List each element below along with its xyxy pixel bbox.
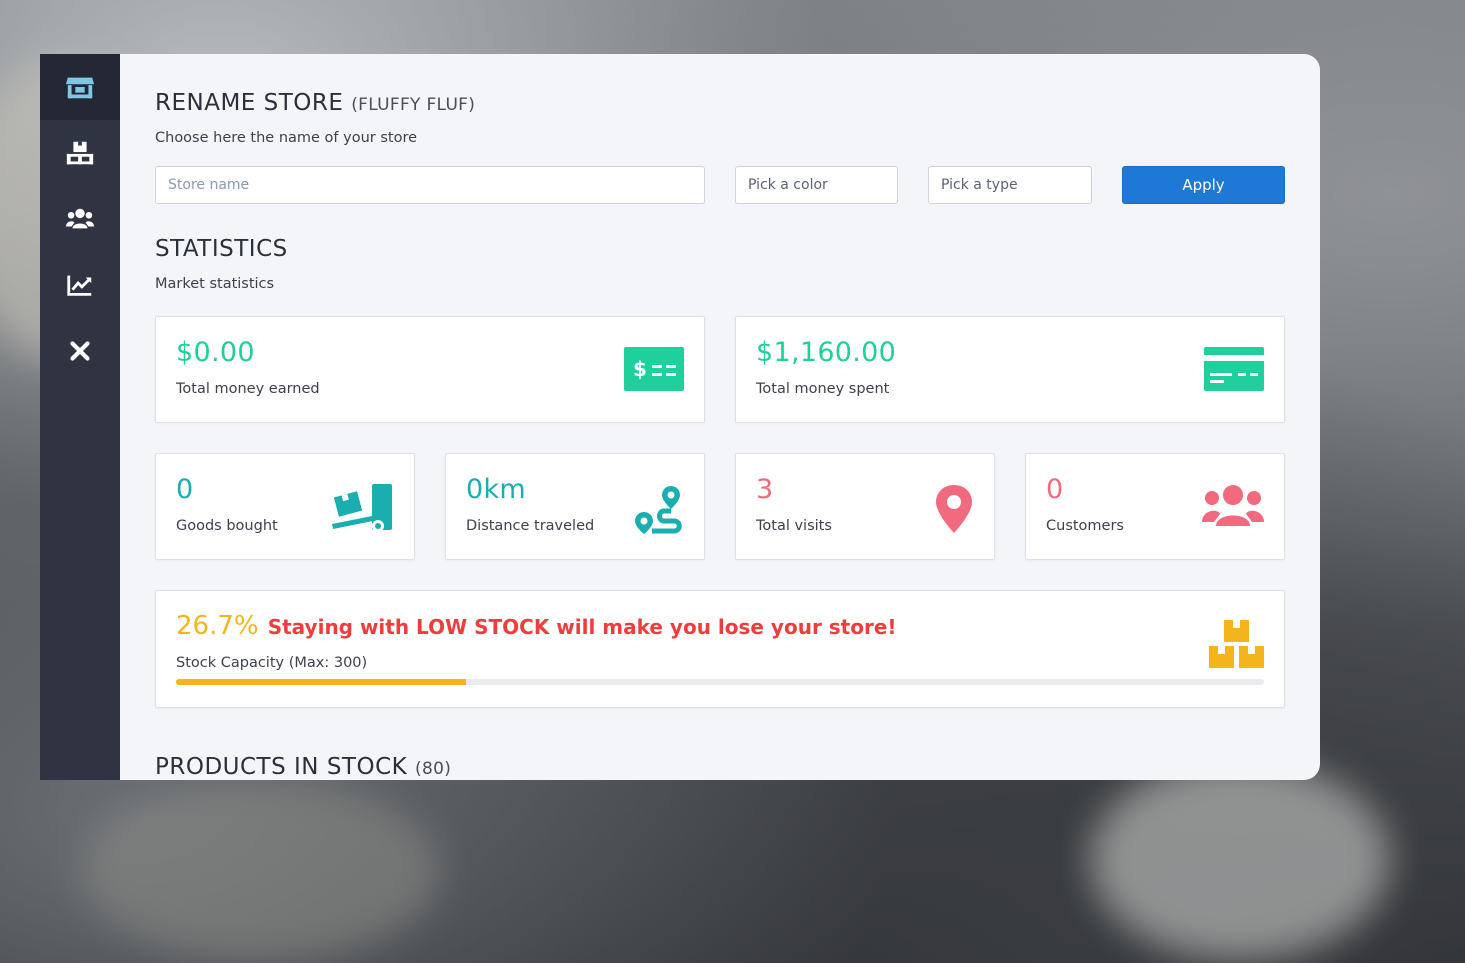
stock-capacity-card: 26.7% Staying with LOW STOCK will make y… <box>155 590 1285 708</box>
statistics-title: STATISTICS <box>155 236 288 262</box>
statistics-description: Market statistics <box>155 276 275 292</box>
main-content: RENAME STORE (FLUFFY FLUF) Choose here t… <box>120 54 1320 780</box>
svg-text:$: $ <box>633 357 647 381</box>
color-picker-placeholder: Pick a color <box>748 177 828 193</box>
products-count: (80) <box>415 759 452 779</box>
store-name-input[interactable] <box>155 166 705 204</box>
low-stock-warning: Staying with LOW STOCK will make you los… <box>267 615 897 639</box>
sidebar-item-close[interactable] <box>40 318 120 384</box>
money-spent-card: $1,160.00 Total money spent <box>735 316 1285 423</box>
users-icon <box>1202 485 1264 526</box>
customers-value: 0 <box>1046 474 1064 505</box>
chart-icon <box>67 275 92 296</box>
visits-label: Total visits <box>756 518 832 534</box>
distance-label: Distance traveled <box>466 518 595 534</box>
type-picker-placeholder: Pick a type <box>941 177 1018 193</box>
users-icon <box>65 208 95 229</box>
current-store-name: (FLUFFY FLUF) <box>351 95 476 115</box>
stock-progress-bar <box>176 679 1264 685</box>
stock-percentage: 26.7% <box>176 611 259 641</box>
map-marker-icon <box>936 485 972 533</box>
background-blur <box>80 780 440 960</box>
distance-value: 0km <box>466 474 527 505</box>
distance-card: 0km Distance traveled <box>445 453 705 560</box>
rename-store-description: Choose here the name of your store <box>155 130 418 146</box>
boxes-icon <box>1209 620 1264 668</box>
visits-value: 3 <box>756 474 774 505</box>
goods-bought-label: Goods bought <box>176 518 278 534</box>
products-heading: PRODUCTS IN STOCK (80) <box>155 754 451 780</box>
truck-loading-icon <box>332 484 392 532</box>
color-picker[interactable]: Pick a color <box>735 166 898 204</box>
route-icon <box>635 486 682 534</box>
money-earned-card: $0.00 Total money earned $ <box>155 316 705 423</box>
rename-store-heading: RENAME STORE (FLUFFY FLUF) <box>155 90 475 116</box>
money-earned-value: $0.00 <box>176 337 255 368</box>
money-bill-icon: $ <box>624 347 684 391</box>
money-earned-label: Total money earned <box>176 381 320 397</box>
products-title: PRODUCTS IN STOCK <box>155 754 408 780</box>
close-icon <box>70 341 90 361</box>
store-icon <box>65 77 95 99</box>
warehouse-icon <box>66 141 94 165</box>
background-blur <box>1090 760 1390 960</box>
sidebar-item-statistics[interactable] <box>40 252 120 318</box>
money-spent-label: Total money spent <box>756 381 890 397</box>
sidebar-item-store[interactable] <box>40 54 120 120</box>
goods-bought-value: 0 <box>176 474 194 505</box>
customers-card: 0 Customers <box>1025 453 1285 560</box>
stock-headline: 26.7% Staying with LOW STOCK will make y… <box>176 611 897 641</box>
money-spent-value: $1,160.00 <box>756 337 897 368</box>
sidebar-item-warehouse[interactable] <box>40 120 120 186</box>
credit-card-icon <box>1204 347 1264 391</box>
sidebar-item-employees[interactable] <box>40 186 120 252</box>
stock-progress-fill <box>176 679 467 685</box>
stock-capacity-label: Stock Capacity (Max: 300) <box>176 655 368 671</box>
goods-bought-card: 0 Goods bought <box>155 453 415 560</box>
rename-store-title: RENAME STORE <box>155 90 344 116</box>
type-picker[interactable]: Pick a type <box>928 166 1092 204</box>
apply-button[interactable]: Apply <box>1122 166 1285 204</box>
store-management-panel: RENAME STORE (FLUFFY FLUF) Choose here t… <box>40 54 1320 780</box>
visits-card: 3 Total visits <box>735 453 995 560</box>
sidebar <box>40 54 120 780</box>
customers-label: Customers <box>1046 518 1124 534</box>
